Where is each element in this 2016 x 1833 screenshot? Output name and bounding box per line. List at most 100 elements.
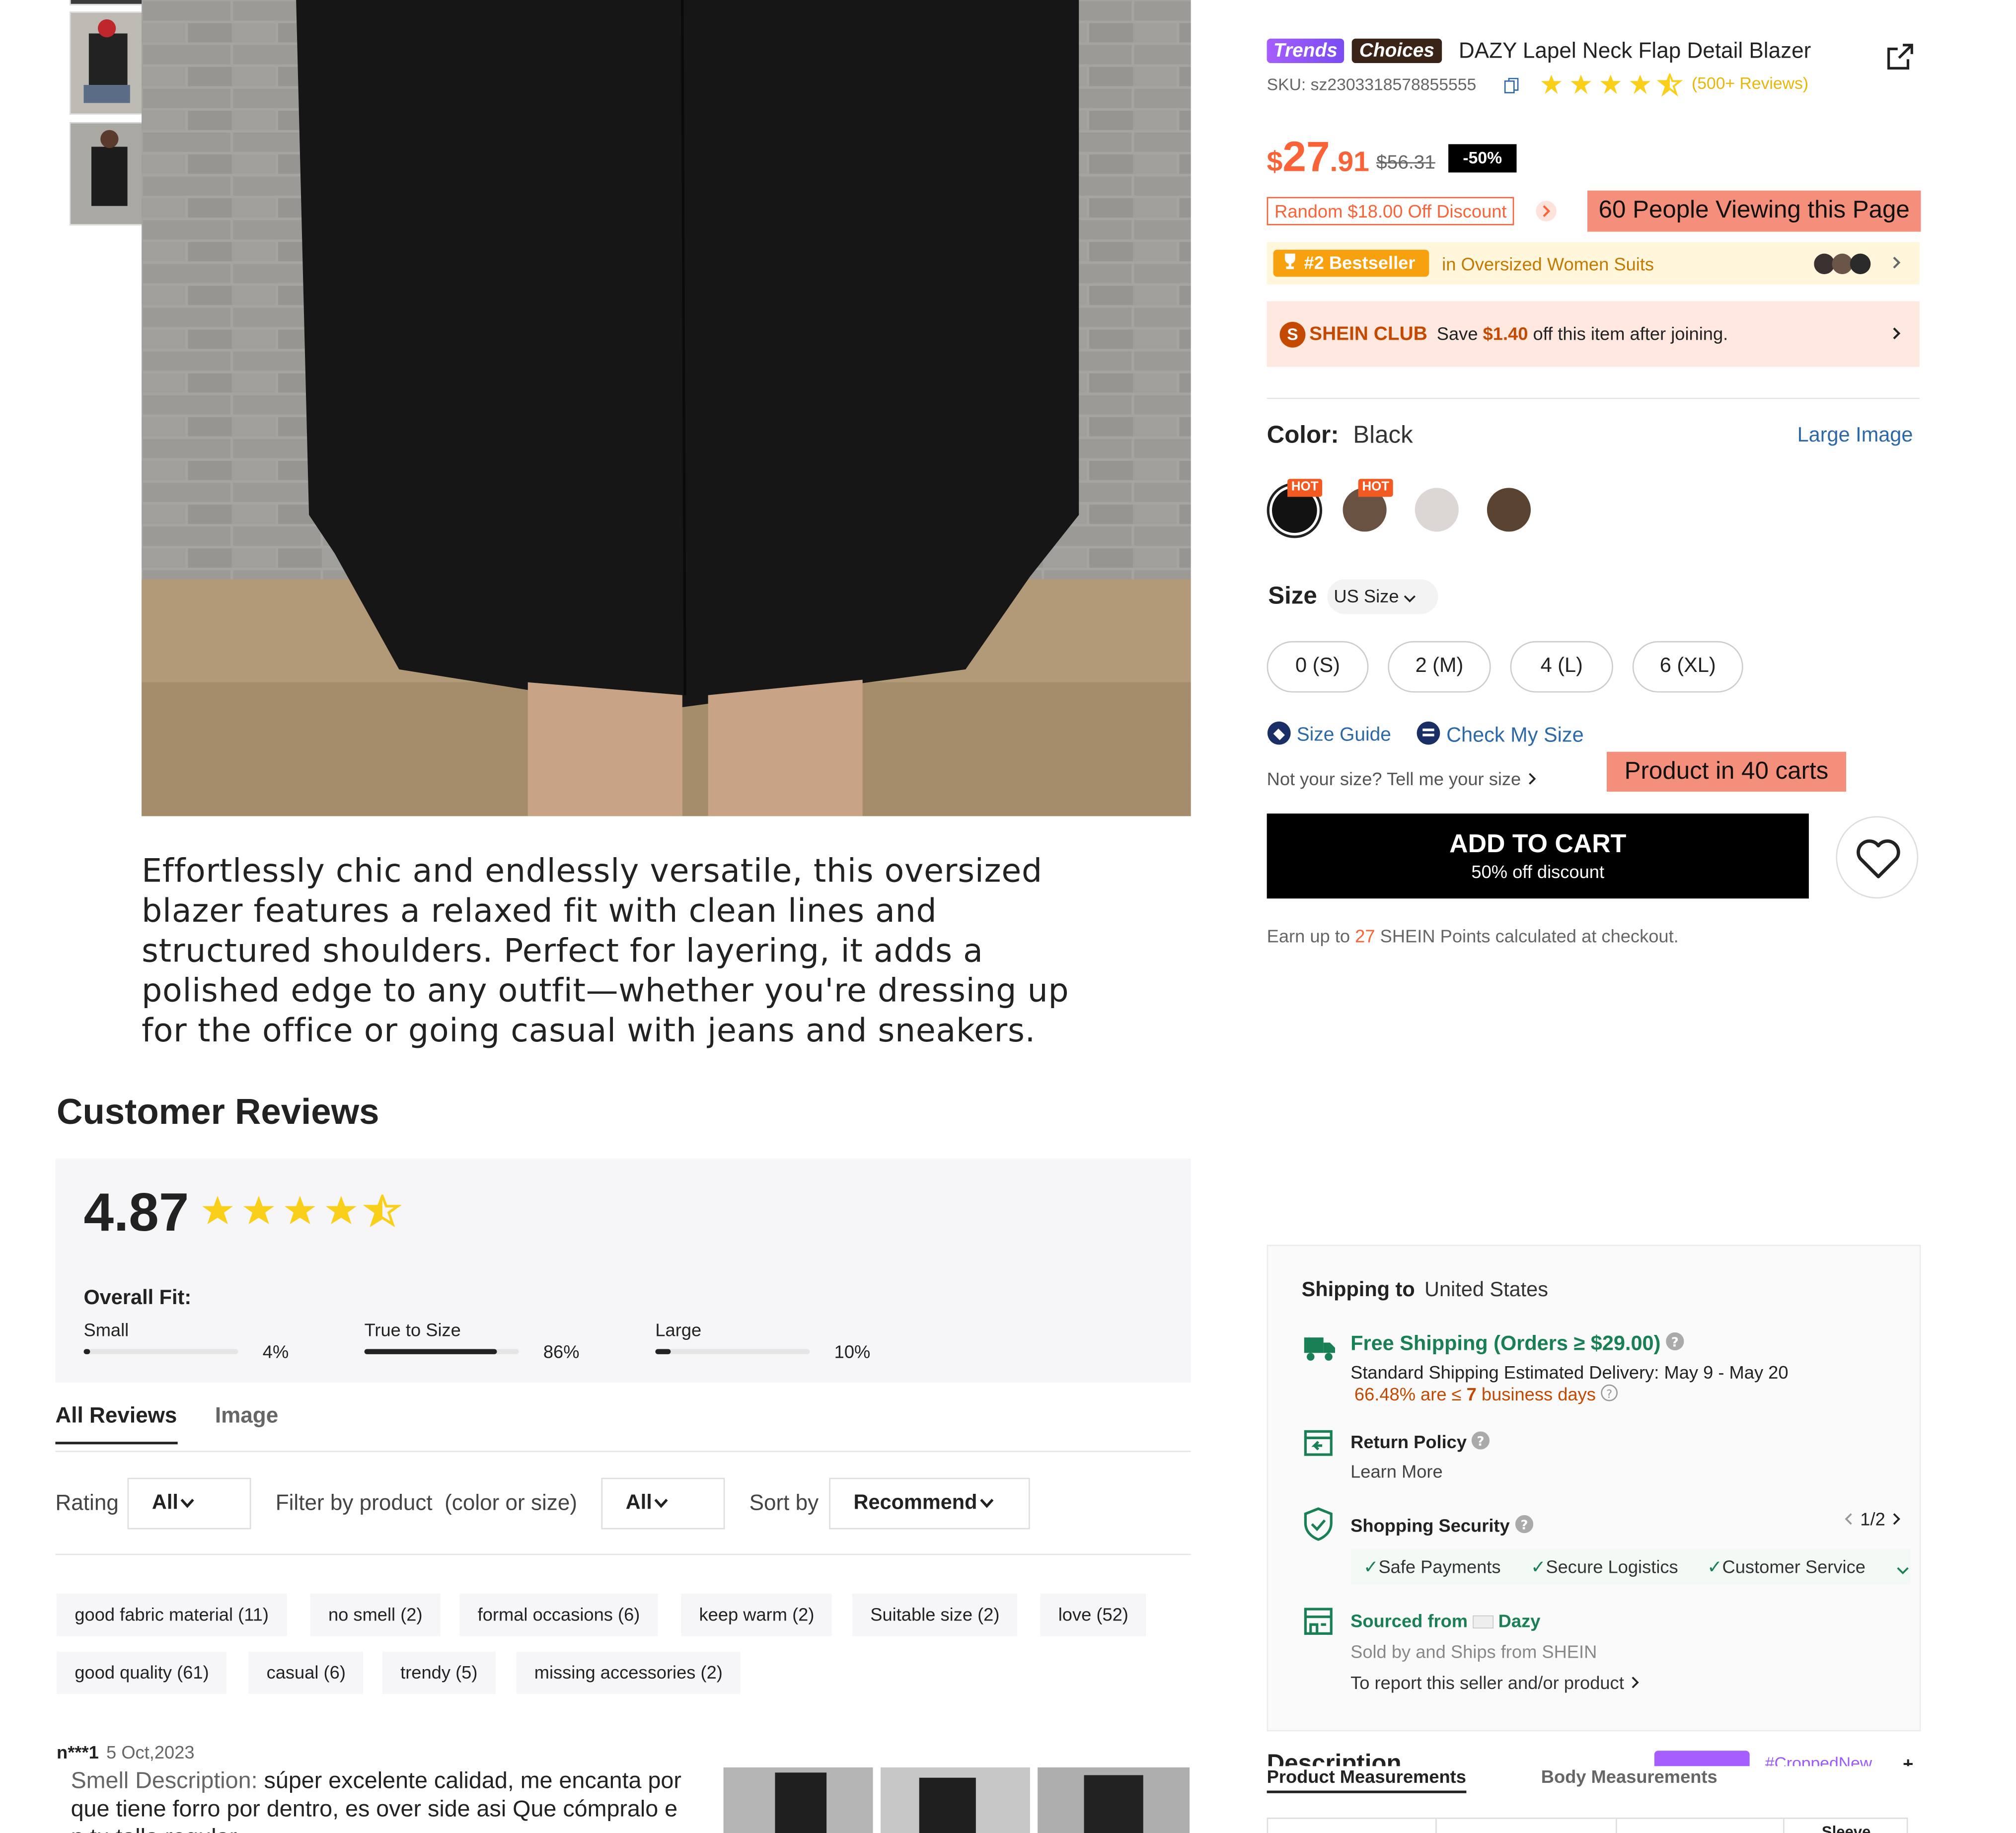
add-to-cart-button[interactable]: ADD TO CART 50% off discount (1267, 813, 1809, 899)
trophy-icon (1281, 251, 1299, 278)
size-option[interactable]: 0 (S) (1267, 641, 1369, 693)
check-icon: ✓ (1531, 1556, 1546, 1577)
large-image-link[interactable]: Large Image (1797, 425, 1913, 448)
shein-club-banner[interactable]: S SHEIN CLUB Save $1.40 off this item af… (1267, 301, 1920, 367)
reviews-count-link[interactable]: (500+ Reviews) (1692, 73, 1808, 93)
review-tag[interactable]: no smell (2) (310, 1594, 441, 1636)
price-decimal: .91 (1330, 145, 1369, 178)
fit-true-percent: 86% (543, 1341, 580, 1362)
size-option[interactable]: 2 (M) (1388, 641, 1491, 693)
coupon-tag[interactable]: Random $18.00 Off Discount (1267, 197, 1515, 225)
on-time-unit: business days (1481, 1384, 1596, 1404)
color-swatch-light-gray[interactable] (1415, 488, 1459, 532)
product-rating-stars (1541, 72, 1685, 103)
tab-body-measurements[interactable]: Body Measurements (1541, 1766, 1717, 1786)
question-icon[interactable]: ? (1472, 1432, 1490, 1455)
tab-product-measurements[interactable]: Product Measurements (1267, 1766, 1466, 1793)
chevron-left-icon[interactable] (1842, 1510, 1855, 1532)
fit-large-bar (655, 1349, 810, 1354)
filters-divider (55, 1553, 1191, 1555)
hot-badge: HOT (1287, 479, 1323, 497)
report-link[interactable]: To report this seller and/or product (1350, 1671, 1642, 1696)
review-tag[interactable]: Suitable size (2) (852, 1594, 1018, 1636)
points-value: 27 (1355, 925, 1375, 947)
security-item: ✓Customer Service (1707, 1556, 1866, 1578)
tab-image[interactable]: Image (215, 1403, 278, 1429)
on-time-rate: 66.48% are ≤ 7 business days ? (1354, 1383, 1619, 1407)
review-tag[interactable]: missing accessories (2) (516, 1651, 741, 1694)
chevron-right-icon[interactable] (1536, 201, 1557, 221)
shield-icon (1303, 1507, 1334, 1547)
chevron-down-icon (181, 1479, 195, 1528)
size-option[interactable]: 4 (L) (1510, 641, 1613, 693)
bestseller-badge-text: #2 Bestseller (1304, 252, 1416, 273)
share-icon[interactable] (1885, 41, 1916, 78)
size-label: Size (1268, 583, 1317, 610)
gallery-thumbnail[interactable] (69, 122, 146, 225)
question-icon[interactable]: ? (1666, 1332, 1685, 1357)
bestseller-bar[interactable]: #2 Bestseller in Oversized Women Suits (1267, 242, 1920, 285)
discount-badge: -50% (1448, 144, 1517, 173)
fit-large-label: Large (655, 1319, 702, 1340)
return-learn-more[interactable]: Learn More (1350, 1460, 1443, 1483)
chevron-right-icon[interactable] (1890, 1510, 1903, 1532)
question-icon[interactable]: ? (1601, 1384, 1619, 1407)
truck-icon (1303, 1333, 1336, 1368)
review-tag[interactable]: trendy (5) (382, 1651, 496, 1694)
review-tag[interactable]: casual (6) (248, 1651, 364, 1694)
svg-text:?: ? (1607, 1388, 1613, 1401)
fit-true-bar (364, 1349, 519, 1354)
check-size-link[interactable]: Check My Size (1416, 721, 1584, 752)
gallery-thumbnail[interactable] (69, 11, 146, 115)
price-currency: $ (1267, 145, 1283, 178)
shipping-country: United States (1424, 1279, 1549, 1302)
chevron-right-icon (1526, 770, 1539, 791)
sort-select[interactable]: Recommend (829, 1477, 1030, 1530)
copy-icon[interactable] (1504, 77, 1519, 101)
product-filter-select[interactable]: All (601, 1477, 725, 1530)
color-swatch-dark-brown[interactable] (1487, 488, 1531, 532)
original-price: $56.31 (1376, 151, 1435, 174)
size-unit-select[interactable]: US Size (1327, 579, 1438, 614)
security-item: ✓Secure Logistics (1531, 1556, 1678, 1578)
fit-small-percent: 4% (262, 1341, 289, 1362)
chevron-down-icon (655, 1479, 669, 1528)
review-tag[interactable]: good quality (61) (57, 1651, 227, 1694)
review-tag[interactable]: keep warm (2) (681, 1594, 832, 1636)
sort-label: Sort by (749, 1490, 819, 1515)
tab-all-reviews[interactable]: All Reviews (55, 1403, 177, 1445)
product-main-image[interactable] (142, 0, 1191, 816)
bestseller-badge: #2 Bestseller (1273, 249, 1429, 278)
club-save-suffix: off this item after joining. (1533, 323, 1728, 344)
gallery-thumbnail[interactable] (69, 0, 146, 5)
rating-summary: 4.87 Overall Fit: Small 4% True to Size … (55, 1158, 1191, 1383)
security-pager[interactable]: 1/2 (1842, 1509, 1903, 1532)
not-your-size-text: Not your size? Tell me your size (1267, 768, 1521, 789)
not-your-size-link[interactable]: Not your size? Tell me your size (1267, 768, 1539, 791)
review-tag[interactable]: good fabric material (11) (57, 1594, 287, 1636)
on-time-pct: 66.48% are ≤ (1354, 1384, 1462, 1404)
review-text-line: n tu talla regular (71, 1824, 237, 1833)
review-header: n***1 5 Oct,2023 (57, 1742, 195, 1762)
product-sku: SKU: sz2303318578855555 (1267, 74, 1477, 94)
size-option[interactable]: 6 (XL) (1632, 641, 1743, 693)
store-icon (1303, 1605, 1334, 1642)
sourced-brand[interactable]: Dazy (1498, 1611, 1541, 1631)
rating-filter-select[interactable]: All (127, 1477, 251, 1530)
points-prefix: Earn up to (1267, 925, 1350, 947)
review-photo[interactable] (1038, 1767, 1190, 1833)
free-shipping-text: Free Shipping (Orders ≥ $29.00) (1350, 1333, 1661, 1355)
review-tag[interactable]: love (52) (1040, 1594, 1147, 1636)
review-text: Smell Description: súper excelente calid… (71, 1766, 721, 1833)
on-time-days: 7 (1466, 1384, 1477, 1404)
chevron-down-icon (980, 1479, 994, 1528)
size-guide-link[interactable]: Size Guide (1267, 721, 1391, 751)
shipping-to[interactable]: Shipping to United States (1302, 1280, 1548, 1303)
review-photo[interactable] (880, 1767, 1030, 1833)
chevron-down-icon[interactable] (1896, 1559, 1909, 1582)
question-icon[interactable]: ? (1514, 1515, 1533, 1539)
wishlist-button[interactable] (1836, 816, 1919, 899)
bestseller-category: in Oversized Women Suits (1442, 253, 1654, 275)
review-photo[interactable] (723, 1767, 873, 1833)
review-tag[interactable]: formal occasions (6) (459, 1594, 658, 1636)
